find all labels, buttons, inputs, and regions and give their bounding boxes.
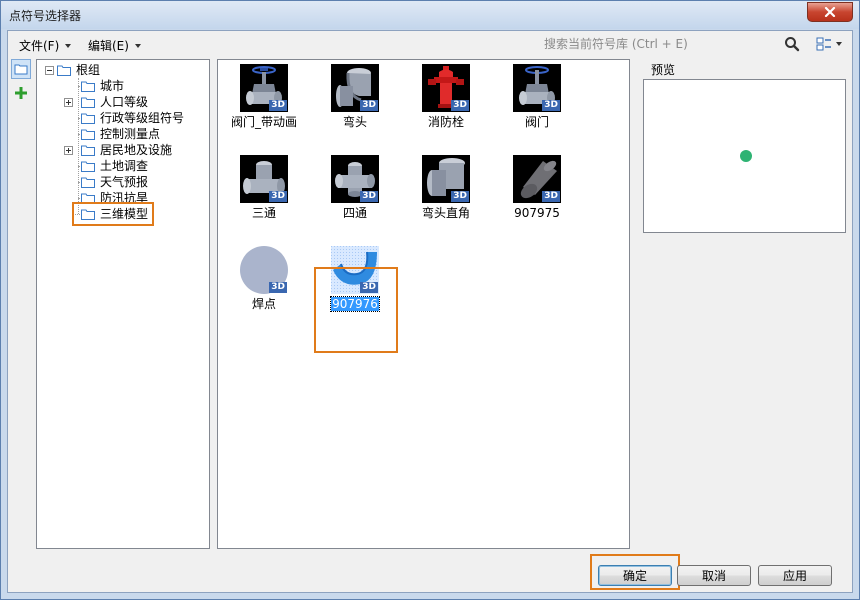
symbol-label: 907975 — [514, 206, 560, 220]
tree-item-residential[interactable]: 居民地及设施 — [64, 142, 172, 158]
highlight-box — [590, 554, 680, 590]
preview-label: 预览 — [649, 61, 678, 78]
highlight-box — [72, 202, 154, 226]
chevron-down-icon — [134, 43, 141, 48]
tree-item-city[interactable]: 城市 — [81, 78, 124, 94]
edit-menu[interactable]: 编辑(E) — [88, 37, 141, 54]
folder-icon — [81, 81, 95, 92]
window-title: 点符号选择器 — [9, 9, 82, 23]
3d-badge: 3D — [542, 100, 560, 111]
elbow-3d-icon: 3D — [331, 64, 379, 112]
folder-icon — [81, 113, 95, 124]
valve-3d-icon: 3D — [513, 64, 561, 112]
menu-bar: 文件(F) 编辑(E) — [8, 31, 852, 57]
folder-icon — [57, 65, 71, 76]
collapse-toggle[interactable] — [45, 65, 54, 75]
tree-item-label: 土地调查 — [100, 159, 149, 173]
3d-badge: 3D — [269, 100, 287, 111]
file-menu[interactable]: 文件(F) — [19, 37, 72, 54]
3d-badge: 3D — [269, 191, 287, 202]
symbol-item-fire-hydrant[interactable]: 3D 消防栓 — [406, 64, 486, 130]
tree-item-label: 城市 — [100, 79, 125, 93]
folder-icon — [81, 129, 95, 140]
apply-button[interactable]: 应用 — [758, 565, 832, 586]
symbol-label: 弯头 — [342, 115, 367, 129]
symbol-grid: 3D 阀门_带动画 3D 弯头 3D 消防栓 3D 阀门 3D 三通 3D 四通… — [217, 59, 630, 549]
symbol-label: 阀门 — [524, 115, 549, 129]
chevron-down-icon — [65, 43, 72, 48]
right-angle-elbow-3d-icon: 3D — [422, 155, 470, 203]
add-group-button[interactable] — [11, 83, 31, 103]
symbol-item-cross[interactable]: 3D 四通 — [315, 155, 395, 221]
title-bar: 点符号选择器 — [1, 1, 859, 29]
3d-badge: 3D — [360, 100, 378, 111]
3d-badge: 3D — [451, 100, 469, 111]
symbol-label: 四通 — [342, 206, 367, 220]
symbol-item-right-angle-elbow[interactable]: 3D 弯头直角 — [406, 155, 486, 221]
symbol-item-valve[interactable]: 3D 阀门 — [497, 64, 577, 130]
search-input[interactable] — [538, 34, 774, 54]
symbol-item-907975[interactable]: 3D 907975 — [497, 155, 577, 221]
close-icon — [824, 7, 836, 17]
tree-item-control-survey[interactable]: 控制测量点 — [81, 126, 160, 142]
symbol-selector-window: 点符号选择器 文件(F) 编辑(E) 搜索当前符号库 (Ctrl + E) 根组… — [0, 0, 860, 600]
close-button[interactable] — [807, 2, 853, 22]
tree-item-admin-level[interactable]: 行政等级组符号 — [81, 110, 184, 126]
tree-item-label: 人口等级 — [100, 95, 149, 109]
symbol-label: 弯头直角 — [421, 206, 470, 220]
tree-item-label: 控制测量点 — [100, 127, 161, 141]
3d-badge: 3D — [451, 191, 469, 202]
search-icon[interactable] — [784, 36, 800, 52]
expand-toggle[interactable] — [64, 97, 73, 107]
view-mode-toggle[interactable] — [816, 37, 842, 51]
preview-point-symbol — [740, 150, 752, 162]
symbol-item-valve-animated[interactable]: 3D 阀门_带动画 — [224, 64, 304, 130]
3d-badge: 3D — [269, 282, 287, 293]
file-menu-label: 文件(F) — [19, 39, 60, 53]
tree-item-population-level[interactable]: 人口等级 — [64, 94, 148, 110]
cancel-button[interactable]: 取消 — [677, 565, 751, 586]
side-toolbar — [10, 59, 32, 149]
plus-icon — [15, 87, 27, 99]
folder-icon — [14, 64, 28, 75]
preview-group: 预览 — [641, 59, 852, 234]
chevron-down-icon — [836, 42, 842, 46]
preview-canvas — [643, 79, 846, 233]
symbol-label: 消防栓 — [427, 115, 464, 129]
tree-item-root[interactable]: 根组 — [45, 62, 100, 78]
list-view-icon — [816, 37, 831, 51]
symbol-item-tee[interactable]: 3D 三通 — [224, 155, 304, 221]
3d-badge: 3D — [542, 191, 560, 202]
tree-item-weather[interactable]: 天气预报 — [81, 174, 148, 190]
symbol-group-tree: 根组 城市 人口等级 行政等级组符号 控制测量点 居民地及设施 土地调查 天气预… — [36, 59, 210, 549]
3d-badge: 3D — [360, 191, 378, 202]
folder-icon — [81, 97, 95, 108]
symbol-item-elbow[interactable]: 3D 弯头 — [315, 64, 395, 130]
tree-item-land-survey[interactable]: 土地调查 — [81, 158, 148, 174]
symbol-label: 阀门_带动画 — [230, 115, 297, 129]
cross-3d-icon: 3D — [331, 155, 379, 203]
tree-item-label: 根组 — [76, 63, 101, 77]
symbol-label: 三通 — [251, 206, 276, 220]
symbol-item-weld-point[interactable]: 3D 焊点 — [224, 246, 304, 312]
tree-item-label: 居民地及设施 — [100, 143, 173, 157]
folder-view-button[interactable] — [11, 59, 31, 79]
fire-hydrant-3d-icon: 3D — [422, 64, 470, 112]
folder-icon — [81, 145, 95, 156]
weld-point-3d-icon: 3D — [240, 246, 288, 294]
valve-animated-3d-icon: 3D — [240, 64, 288, 112]
tree-item-label: 天气预报 — [100, 175, 149, 189]
highlight-box — [314, 267, 398, 353]
expand-toggle[interactable] — [64, 145, 73, 155]
pipe-reducer-3d-icon: 3D — [513, 155, 561, 203]
tree-item-label: 行政等级组符号 — [100, 111, 185, 125]
search-box — [538, 34, 800, 54]
symbol-label: 焊点 — [251, 297, 276, 311]
folder-icon — [81, 161, 95, 172]
edit-menu-label: 编辑(E) — [88, 39, 129, 53]
dialog-body: 文件(F) 编辑(E) 搜索当前符号库 (Ctrl + E) 根组 城市 人口等… — [7, 30, 853, 593]
tee-3d-icon: 3D — [240, 155, 288, 203]
folder-icon — [81, 177, 95, 188]
